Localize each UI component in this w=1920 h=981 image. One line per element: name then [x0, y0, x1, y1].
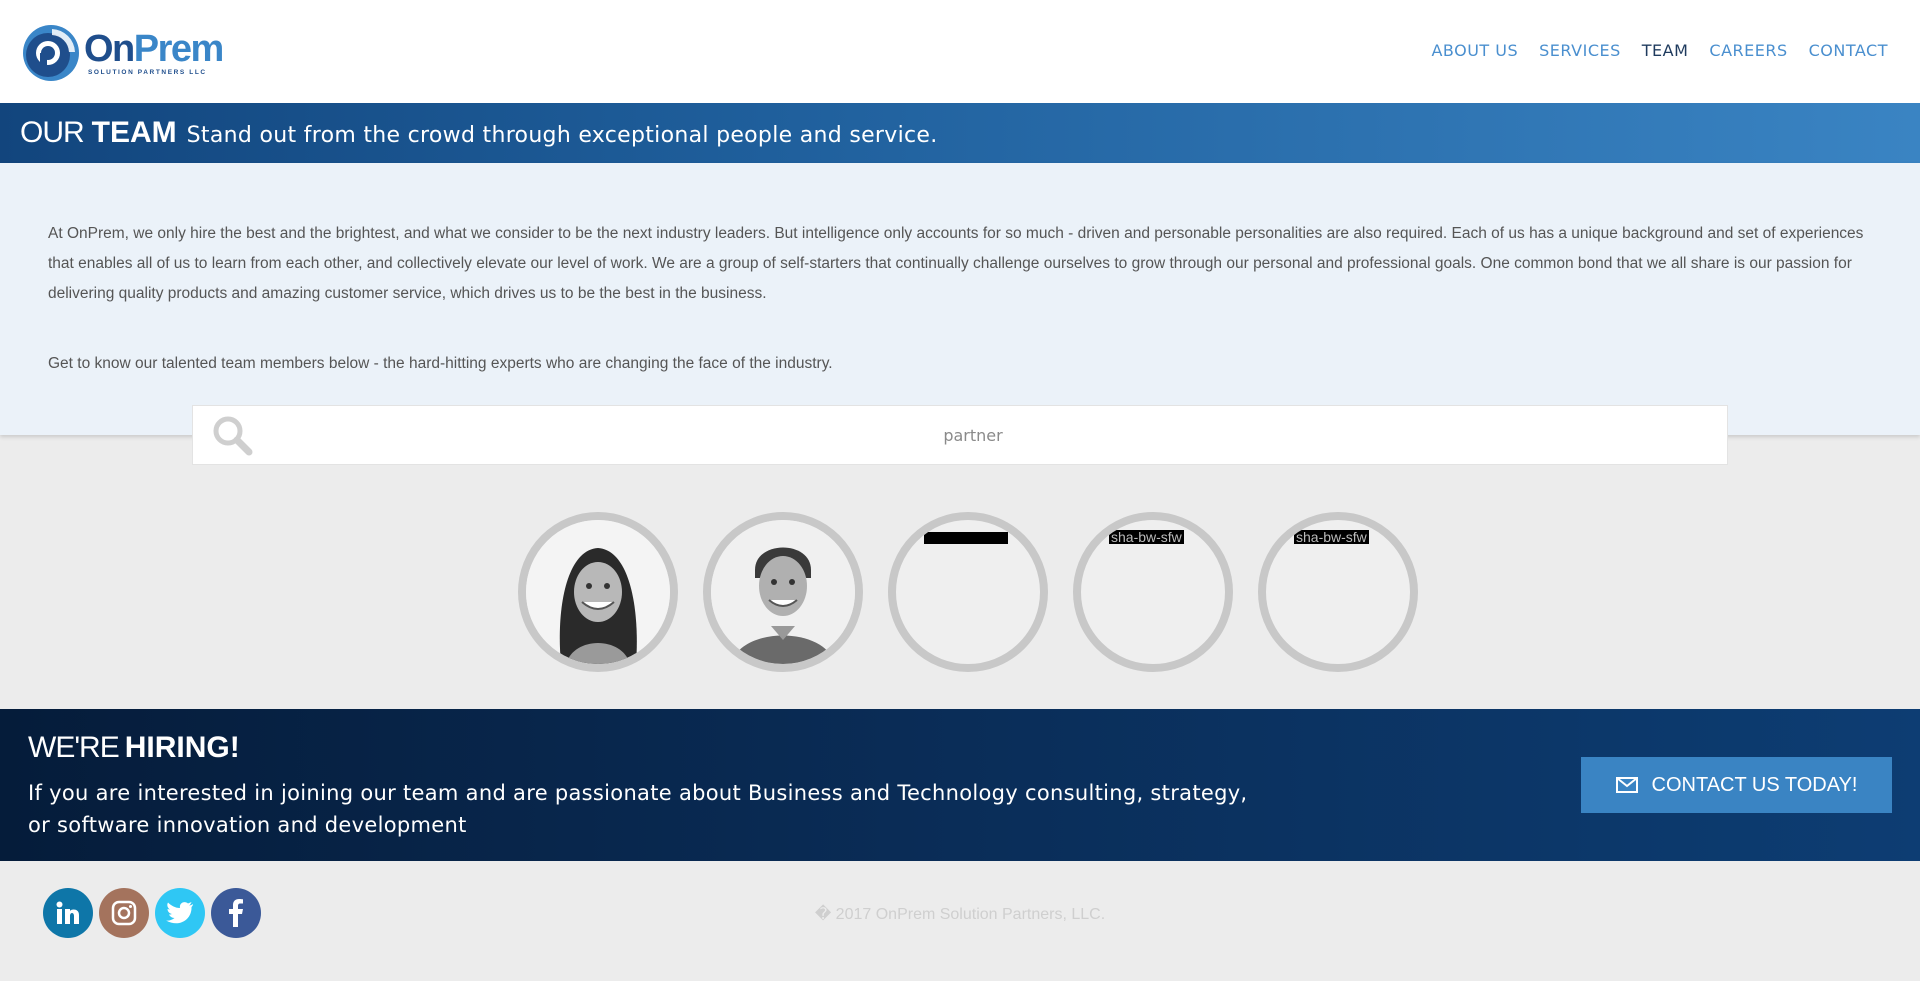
intro-paragraph: At OnPrem, we only hire the best and the…	[48, 225, 1864, 302]
banner-subtitle: Stand out from the crowd through excepti…	[186, 122, 938, 148]
site-header: OnPrem SOLUTION PARTNERS LLC ABOUT US SE…	[0, 0, 1920, 103]
nav-careers[interactable]: CAREERS	[1709, 41, 1787, 60]
search-input[interactable]	[273, 406, 1673, 464]
nav-services[interactable]: SERVICES	[1539, 41, 1621, 60]
team-grid: sha-bw-sfw sha-bw-sfw	[0, 465, 1920, 709]
man-portrait-image	[711, 520, 855, 664]
woman-portrait-image	[526, 520, 670, 664]
team-member-photo[interactable]	[518, 512, 678, 672]
logo-name: OnPrem	[84, 28, 225, 70]
copyright-text: � 2017 OnPrem Solution Partners, LLC.	[814, 906, 1106, 923]
broken-image-placeholder	[924, 532, 1008, 544]
broken-image-alt-text: sha-bw-sfw	[1109, 529, 1184, 545]
team-member-photo[interactable]	[703, 512, 863, 672]
search-icon	[211, 414, 255, 458]
team-member-broken-image[interactable]: sha-bw-sfw	[1073, 512, 1233, 672]
nav-team[interactable]: TEAM	[1642, 41, 1689, 60]
logo-name-prem: Prem	[133, 28, 225, 70]
onprem-logo[interactable]: OnPrem SOLUTION PARTNERS LLC	[22, 24, 232, 82]
intro-paragraph-secondary: Get to know our talented team members be…	[48, 355, 833, 372]
nav-contact[interactable]: CONTACT	[1809, 41, 1888, 60]
site-footer: � 2017 OnPrem Solution Partners, LLC.	[0, 861, 1920, 981]
main-nav: ABOUT US SERVICES TEAM CAREERS CONTACT	[1431, 41, 1888, 60]
contact-us-button-label: CONTACT US TODAY!	[1651, 773, 1858, 796]
broken-image-alt-text: sha-bw-sfw	[1294, 529, 1369, 545]
logo-mark-icon	[22, 24, 80, 82]
hiring-section: WE'RE HIRING! If you are interested in jo…	[0, 709, 1920, 861]
nav-about-us[interactable]: ABOUT US	[1431, 41, 1518, 60]
logo-name-on: On	[84, 28, 135, 70]
page-title-banner: OUR TEAM Stand out from the crowd throug…	[0, 103, 1920, 163]
hiring-title-bold: HIRING!	[124, 731, 240, 764]
team-search-bar	[192, 405, 1728, 465]
team-member-broken-image[interactable]: sha-bw-sfw	[1258, 512, 1418, 672]
contact-us-button[interactable]: CONTACT US TODAY!	[1581, 757, 1892, 813]
intro-section: At OnPrem, we only hire the best and the…	[0, 163, 1920, 435]
hiring-title-light: WE'RE	[28, 731, 120, 764]
banner-title-bold: TEAM	[91, 116, 177, 149]
envelope-icon	[1615, 777, 1638, 793]
hiring-text: If you are interested in joining our tea…	[28, 781, 1248, 837]
hiring-title: WE'RE HIRING!	[28, 731, 240, 765]
team-member-broken-image[interactable]	[888, 512, 1048, 672]
banner-title-light: OUR	[20, 116, 85, 149]
logo-subtitle: SOLUTION PARTNERS LLC	[88, 69, 207, 76]
